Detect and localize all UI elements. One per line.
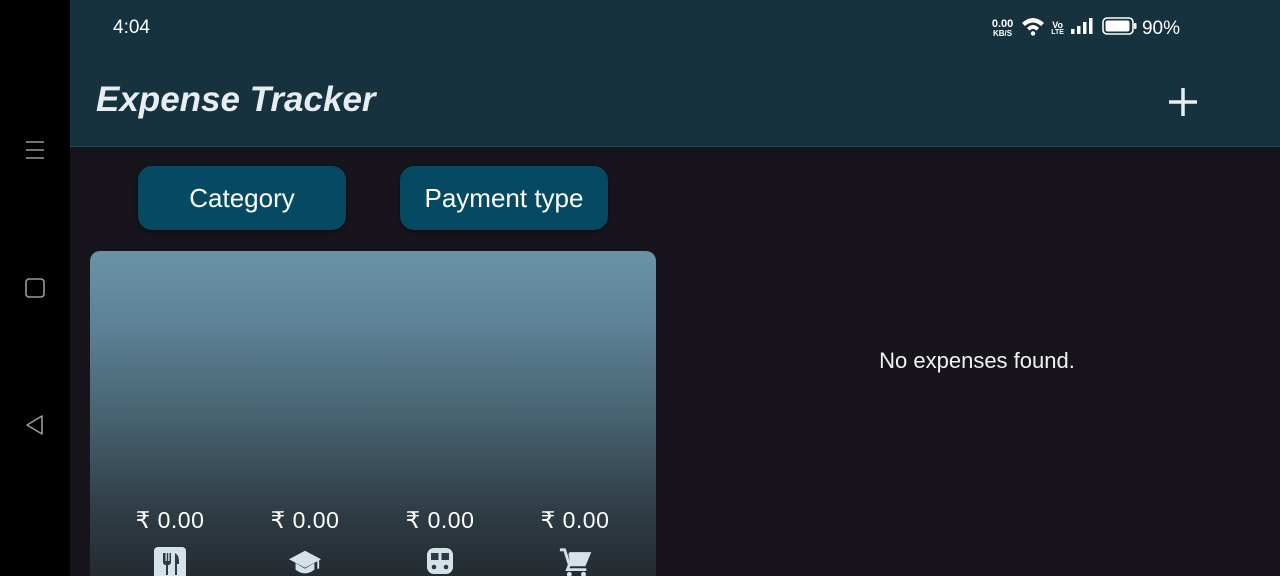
summary-education: ₹ 0.00: [255, 507, 355, 576]
train-icon: [423, 546, 457, 576]
app-screen: 4:04 0.00 KB/S Vo LTE 90% Expense Tracke…: [70, 0, 1280, 576]
back-triangle-icon[interactable]: [17, 407, 53, 443]
summary-transport: ₹ 0.00: [390, 507, 490, 576]
category-filter-button[interactable]: Category: [138, 166, 346, 230]
menu-icon[interactable]: [17, 132, 53, 168]
app-bar: 4:04 0.00 KB/S Vo LTE 90% Expense Tracke…: [70, 0, 1280, 147]
summary-food: ₹ 0.00: [120, 507, 220, 576]
wifi-icon: [1021, 16, 1045, 41]
signal-icon: [1070, 17, 1094, 40]
shopping-cart-icon: [558, 546, 592, 576]
volte-icon: Vo LTE: [1051, 19, 1064, 37]
food-amount: ₹ 0.00: [135, 507, 205, 533]
summary-shopping: ₹ 0.00: [525, 507, 625, 576]
payment-type-filter-button[interactable]: Payment type: [400, 166, 608, 230]
volte-top-label: Vo: [1052, 19, 1064, 30]
shopping-amount: ₹ 0.00: [540, 507, 610, 533]
network-speed-unit: KB/S: [992, 28, 1013, 38]
restaurant-icon: [153, 546, 187, 576]
education-amount: ₹ 0.00: [270, 507, 340, 533]
add-expense-button[interactable]: [1163, 82, 1203, 122]
school-icon: [288, 546, 322, 576]
battery-icon: [1102, 17, 1138, 40]
volte-bottom-label: LTE: [1051, 28, 1064, 36]
status-time: 4:04: [113, 17, 150, 38]
transport-amount: ₹ 0.00: [405, 507, 475, 533]
plus-icon: [1169, 88, 1197, 116]
battery-percent: 90%: [1141, 17, 1180, 39]
expense-summary-card: ₹ 0.00 ₹ 0.00 ₹ 0.00 ₹ 0.00: [90, 251, 656, 576]
network-speed: 0.00 KB/S: [991, 17, 1014, 39]
status-icons: 0.00 KB/S Vo LTE 90%: [992, 16, 1180, 41]
app-title: Expense Tracker: [96, 80, 376, 119]
empty-expenses-message: No expenses found.: [879, 348, 1075, 373]
network-speed-value: 0.00: [991, 17, 1014, 30]
system-navigation-bar: [0, 0, 70, 576]
home-square-icon[interactable]: [17, 270, 53, 306]
